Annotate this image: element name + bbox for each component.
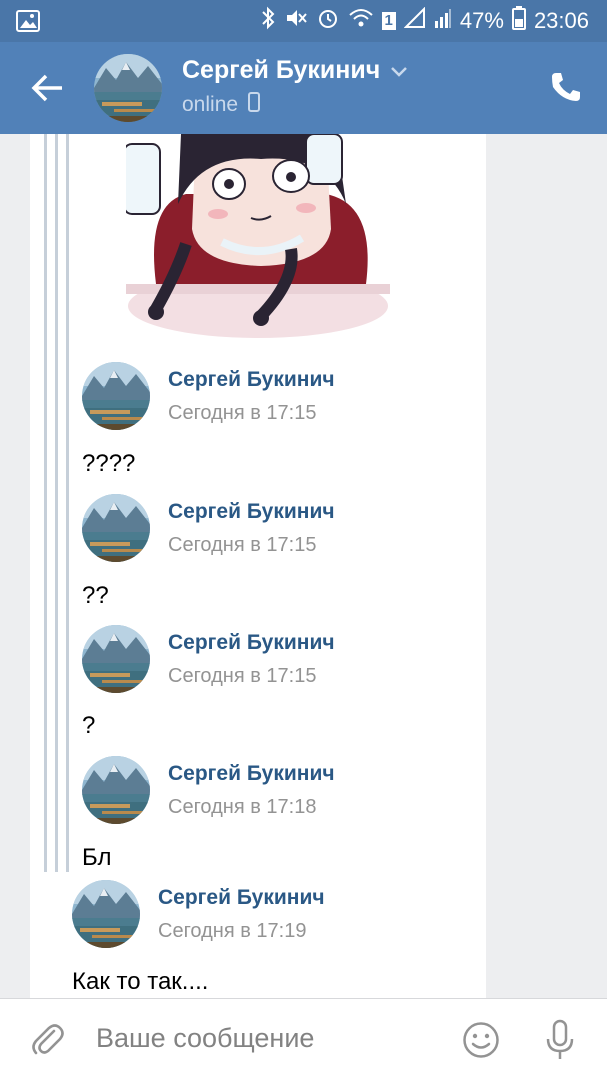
avatar[interactable] (82, 625, 150, 693)
bluetooth-icon (260, 6, 276, 36)
microphone-icon[interactable] (544, 1019, 576, 1061)
clock: 23:06 (533, 8, 589, 33)
signal-icon (403, 6, 426, 35)
contact-name-text: Сергей Букинич (182, 56, 381, 84)
status-text: online (182, 93, 239, 116)
message-text: ? (82, 712, 96, 739)
smile-icon[interactable] (462, 1021, 500, 1059)
forwarded-quote-bars (44, 134, 70, 872)
message-time: Сегодня в 17:15 (168, 665, 317, 687)
message-time: Сегодня в 17:15 (168, 534, 317, 556)
contact-name[interactable]: Сергей Букинич (182, 56, 408, 85)
phone-call-icon[interactable] (549, 70, 583, 104)
message-text: Бл (82, 844, 112, 871)
message-text: ???? (82, 450, 136, 477)
contact-avatar[interactable] (94, 54, 162, 122)
message-time: Сегодня в 17:18 (168, 796, 317, 818)
chevron-down-icon (390, 56, 408, 85)
message-text: ?? (82, 582, 109, 609)
message-author[interactable]: Сергей Букинич (168, 500, 335, 524)
message-list[interactable]: Сергей Букинич Сегодня в 17:15 ???? Серг… (30, 134, 486, 1000)
chat-header: Сергей Букинич online (0, 42, 607, 134)
mobile-phone-icon (248, 92, 261, 118)
message-time: Сегодня в 17:15 (168, 402, 317, 424)
wifi-icon (348, 7, 374, 35)
message-input-bar: Ваше сообщение (0, 998, 607, 1080)
sim-badge: 1 (381, 12, 396, 30)
battery-percent: 47% (459, 8, 504, 33)
message-author[interactable]: Сергей Букинич (168, 368, 335, 392)
paperclip-icon[interactable] (30, 1021, 66, 1059)
message-input[interactable]: Ваше сообщение (96, 1023, 314, 1054)
battery-icon (511, 6, 526, 36)
signal-bars-icon (434, 7, 452, 35)
alarm-icon (316, 6, 340, 36)
mute-icon (284, 6, 308, 36)
back-arrow-icon[interactable] (30, 70, 66, 106)
message-time: Сегодня в 17:19 (158, 920, 307, 942)
gallery-notification-icon (16, 10, 40, 37)
avatar[interactable] (82, 756, 150, 824)
sticker-image (123, 134, 390, 340)
message-text: Как то так.... (72, 968, 209, 995)
contact-status: online (182, 92, 261, 118)
message-author[interactable]: Сергей Букинич (168, 631, 335, 655)
avatar[interactable] (82, 494, 150, 562)
avatar[interactable] (72, 880, 140, 948)
avatar[interactable] (82, 362, 150, 430)
message-author[interactable]: Сергей Букинич (168, 762, 335, 786)
message-author[interactable]: Сергей Букинич (158, 886, 325, 910)
status-bar: 1 47% 23:06 (0, 0, 607, 42)
